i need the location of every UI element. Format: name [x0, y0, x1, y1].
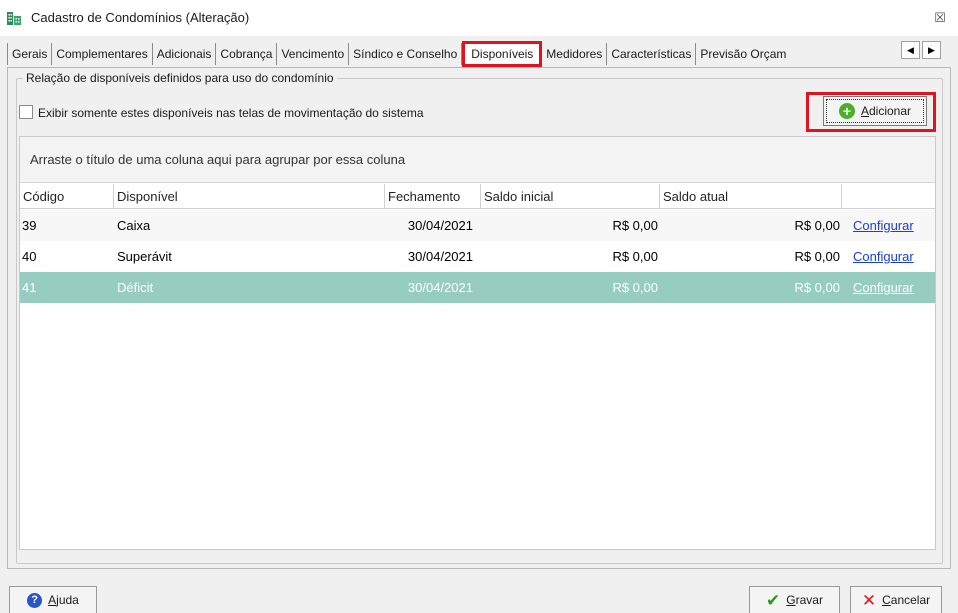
close-icon[interactable]: ☒ [930, 8, 950, 28]
cell-saldo-inicial: R$ 0,00 [612, 280, 658, 295]
configurar-link[interactable]: Configurar [853, 280, 914, 295]
cell-saldo-atual: R$ 0,00 [794, 218, 840, 233]
table-row[interactable]: 40 Superávit 30/04/2021 R$ 0,00 R$ 0,00 … [20, 241, 935, 272]
tab-strip: Gerais Complementares Adicionais Cobranç… [7, 41, 951, 67]
cell-fechamento: 30/04/2021 [407, 280, 473, 295]
filter-checkbox-label: Exibir somente estes disponíveis nas tel… [38, 106, 424, 120]
tab-scroll-left-icon[interactable]: ◀ [901, 41, 920, 59]
add-button[interactable]: + Adicionar [823, 96, 927, 126]
checkmark-icon: ✔ [766, 590, 781, 610]
tab-scroll-buttons: ◀ ▶ [901, 41, 947, 63]
tab-caracteristicas[interactable]: Características [607, 43, 697, 65]
cell-codigo: 39 [22, 218, 37, 233]
configurar-link[interactable]: Configurar [853, 249, 914, 264]
cell-fechamento: 30/04/2021 [407, 249, 473, 264]
tab-vencimento[interactable]: Vencimento [277, 43, 350, 65]
tab-medidores[interactable]: Medidores [542, 43, 608, 65]
cell-fechamento: 30/04/2021 [407, 218, 473, 233]
close-x-icon: ✕ [861, 590, 877, 610]
cell-disponivel: Déficit [117, 280, 154, 295]
help-button-label: Ajuda [48, 593, 79, 607]
column-header-disponivel[interactable]: Disponível [114, 184, 385, 208]
configurar-link[interactable]: Configurar [853, 218, 914, 233]
filter-checkbox-row[interactable]: Exibir somente estes disponíveis nas tel… [19, 105, 424, 120]
cell-saldo-inicial: R$ 0,00 [612, 218, 658, 233]
column-header-codigo[interactable]: Código [20, 184, 114, 208]
title-bar: Cadastro de Condomínios (Alteração) ☒ [0, 0, 958, 36]
building-icon [7, 12, 21, 25]
save-button[interactable]: ✔ Gravar [749, 586, 840, 613]
group-title: Relação de disponíveis definidos para us… [23, 71, 337, 85]
tab-complementares[interactable]: Complementares [52, 43, 153, 65]
cell-disponivel: Superávit [117, 249, 172, 264]
cell-saldo-inicial: R$ 0,00 [612, 249, 658, 264]
cell-codigo: 40 [22, 249, 37, 264]
tab-previsao-orcamento[interactable]: Previsão Orçam [696, 43, 791, 65]
cancel-button-label: Cancelar [882, 593, 931, 607]
cell-disponivel: Caixa [117, 218, 151, 233]
cell-saldo-atual: R$ 0,00 [794, 249, 840, 264]
disponiveis-grid: Arraste o título de uma coluna aqui para… [19, 136, 936, 550]
tab-disponiveis[interactable]: Disponíveis [462, 41, 543, 67]
save-button-label: Gravar [786, 593, 823, 607]
column-header-saldo-inicial[interactable]: Saldo inicial [481, 184, 660, 208]
plus-circle-icon: + [838, 103, 855, 119]
table-row[interactable]: 39 Caixa 30/04/2021 R$ 0,00 R$ 0,00 Conf… [20, 210, 935, 241]
help-icon: ? [27, 592, 43, 608]
filter-checkbox[interactable] [19, 105, 33, 119]
tab-cobranca[interactable]: Cobrança [216, 43, 278, 65]
group-by-area[interactable]: Arraste o título de uma coluna aqui para… [20, 137, 935, 183]
tab-gerais[interactable]: Gerais [7, 43, 53, 65]
tab-adicionais[interactable]: Adicionais [152, 43, 217, 65]
tab-scroll-right-icon[interactable]: ▶ [922, 41, 941, 59]
column-header-acao [842, 184, 935, 208]
help-button[interactable]: ? Ajuda [9, 586, 97, 613]
cell-codigo: 41 [22, 280, 37, 295]
window-title: Cadastro de Condomínios (Alteração) [31, 10, 250, 25]
column-header-fechamento[interactable]: Fechamento [385, 184, 481, 208]
cancel-button[interactable]: ✕ Cancelar [850, 586, 942, 613]
tab-sindico-conselho[interactable]: Síndico e Conselho [349, 43, 463, 65]
column-header-saldo-atual[interactable]: Saldo atual [660, 184, 842, 208]
add-button-label: Adicionar [860, 104, 912, 118]
grid-header: Código Disponível Fechamento Saldo inici… [20, 184, 935, 209]
cell-saldo-atual: R$ 0,00 [794, 280, 840, 295]
table-row-selected[interactable]: 41 Déficit 30/04/2021 R$ 0,00 R$ 0,00 Co… [20, 272, 935, 303]
